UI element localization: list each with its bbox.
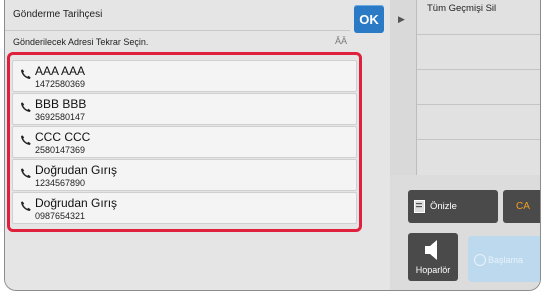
expand-arrow-icon[interactable]: ▶: [398, 14, 405, 25]
page-title: Gönderme Tarihçesi: [13, 9, 103, 20]
history-list: AAA AAA 1472580369 BBB BBB 3692580147 CC…: [7, 52, 362, 232]
instruction-text: Gönderilecek Adresi Tekrar Seçin.: [13, 37, 149, 47]
preview-label: Önizle: [430, 201, 457, 212]
start-icon: [474, 254, 486, 266]
side-panel: ▶ Tüm Geçmişi Sil Önizle CA Hoparlör Baş…: [390, 0, 540, 290]
list-item[interactable]: CCC CCC 2580147369: [12, 126, 357, 158]
sort-icon[interactable]: ĀÄ: [335, 36, 347, 46]
entry-name: CCC CCC: [35, 130, 91, 144]
entry-number: 1234567890: [35, 178, 86, 188]
ok-button[interactable]: OK: [354, 5, 384, 33]
phone-icon: [20, 67, 32, 85]
entry-number: 2580147369: [35, 145, 86, 155]
entry-name: Doğrudan Gırış: [35, 196, 118, 210]
phone-icon: [20, 199, 32, 217]
speaker-label: Hoparlör: [415, 265, 451, 275]
speaker-button[interactable]: Hoparlör: [408, 233, 458, 281]
app-frame: Gönderme Tarihçesi OK Gönderilecek Adres…: [4, 0, 541, 291]
entry-name: BBB BBB: [35, 97, 87, 111]
start-label: Başlama: [488, 255, 524, 265]
phone-icon: [20, 133, 32, 151]
side-tab[interactable]: ▶: [390, 0, 417, 175]
phone-icon: [20, 166, 32, 184]
empty-slot: [417, 105, 540, 140]
entry-name: AAA AAA: [35, 64, 86, 78]
empty-slot: [417, 35, 540, 70]
empty-slot: [417, 70, 540, 105]
preview-icon: [414, 200, 426, 216]
clear-all-history-button[interactable]: Tüm Geçmişi Sil: [417, 0, 540, 35]
action-panel: Tüm Geçmişi Sil: [417, 0, 540, 175]
phone-icon: [20, 100, 32, 118]
entry-number: 1472580369: [35, 79, 86, 89]
entry-number: 3692580147: [35, 112, 86, 122]
list-item[interactable]: Doğrudan Gırış 1234567890: [12, 159, 357, 191]
start-button[interactable]: Başlama: [468, 236, 540, 282]
list-item[interactable]: Doğrudan Gırış 0987654321: [12, 192, 357, 224]
speaker-icon: [423, 238, 443, 267]
empty-slot: [417, 140, 540, 174]
preview-button[interactable]: Önizle: [408, 190, 498, 223]
entry-name: Doğrudan Gırış: [35, 163, 118, 177]
clear-all-label: Tüm Geçmişi Sil: [427, 3, 497, 14]
address-panel: Gönderme Tarihçesi OK Gönderilecek Adres…: [5, 0, 390, 290]
ca-button[interactable]: CA: [503, 190, 540, 223]
list-item[interactable]: BBB BBB 3692580147: [12, 93, 357, 125]
divider: [5, 30, 350, 31]
list-item[interactable]: AAA AAA 1472580369: [12, 60, 357, 92]
entry-number: 0987654321: [35, 211, 86, 221]
